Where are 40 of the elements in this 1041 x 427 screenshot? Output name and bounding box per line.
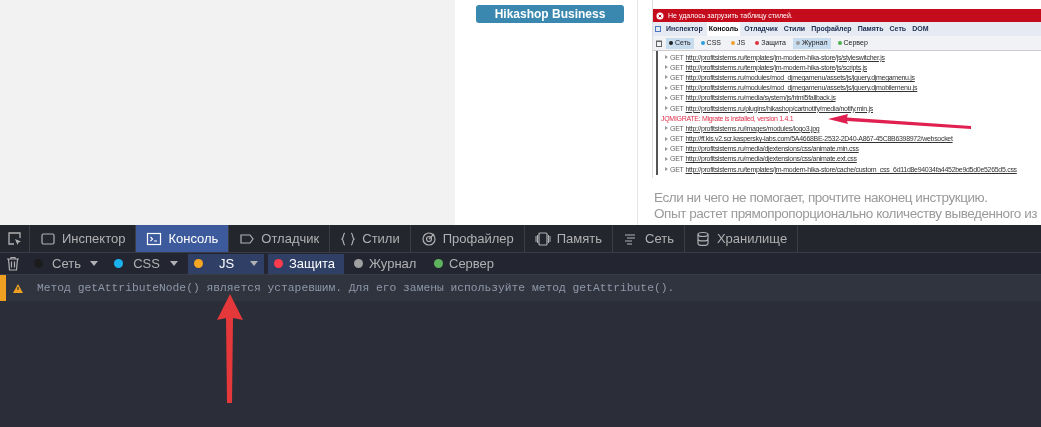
warning-stripe — [0, 275, 6, 301]
devtools-tab[interactable]: Стили — [330, 225, 411, 252]
filter-label: JS — [217, 254, 236, 273]
gauge-icon — [420, 230, 437, 247]
warning-icon — [13, 283, 23, 293]
caret-icon — [250, 261, 258, 266]
filter-button[interactable]: Сеть — [28, 253, 104, 274]
filter-button[interactable]: Сервер — [428, 253, 504, 274]
trash-icon[interactable] — [656, 39, 662, 47]
devtools-tab[interactable]: Сеть — [613, 225, 685, 252]
console-icon — [146, 230, 163, 247]
database-icon — [694, 230, 711, 247]
filter-label: Журнал — [369, 254, 417, 273]
devtools-tab[interactable]: Хранилище — [684, 225, 799, 252]
chip-icon — [534, 230, 551, 247]
paragraph: Если ни чего не помогает, прочтите наконец инструкцию. — [654, 190, 989, 206]
picker-icon — [6, 230, 23, 247]
braces-icon — [340, 230, 357, 247]
filter-button[interactable]: JS — [188, 253, 264, 274]
devtools-tab[interactable]: Отладчик — [229, 225, 331, 252]
filter-label: Сеть — [51, 254, 82, 273]
filter-button[interactable]: Журнал — [348, 253, 424, 274]
caret-icon — [90, 261, 98, 266]
devtools-tab[interactable]: Память — [524, 225, 614, 252]
devtools-tab[interactable]: Профайлер — [410, 225, 525, 252]
filter-label: Защита — [289, 254, 336, 273]
filter-button[interactable]: CSS — [108, 253, 184, 274]
picker-icon[interactable] — [655, 25, 662, 33]
expand-icon[interactable] — [665, 106, 668, 111]
devtools-tab[interactable]: Консоль — [136, 225, 230, 252]
caret-icon — [170, 261, 178, 266]
paragraph: Опыт растет прямопропорционально количеству выведенного из — [654, 206, 1038, 222]
filter-label: CSS — [132, 254, 161, 273]
inspector-icon — [40, 230, 56, 247]
filter-button[interactable]: Защита — [268, 253, 344, 274]
message-text: Метод getAttributeNode() является устаревшим. Для его замены используйте метод getAttribute(). — [37, 280, 675, 296]
expand-icon[interactable] — [665, 167, 668, 172]
filter-label: Сервер — [449, 254, 495, 273]
sidebar-button[interactable]: Hikashop Business — [476, 5, 624, 23]
trash-icon[interactable] — [6, 256, 20, 271]
